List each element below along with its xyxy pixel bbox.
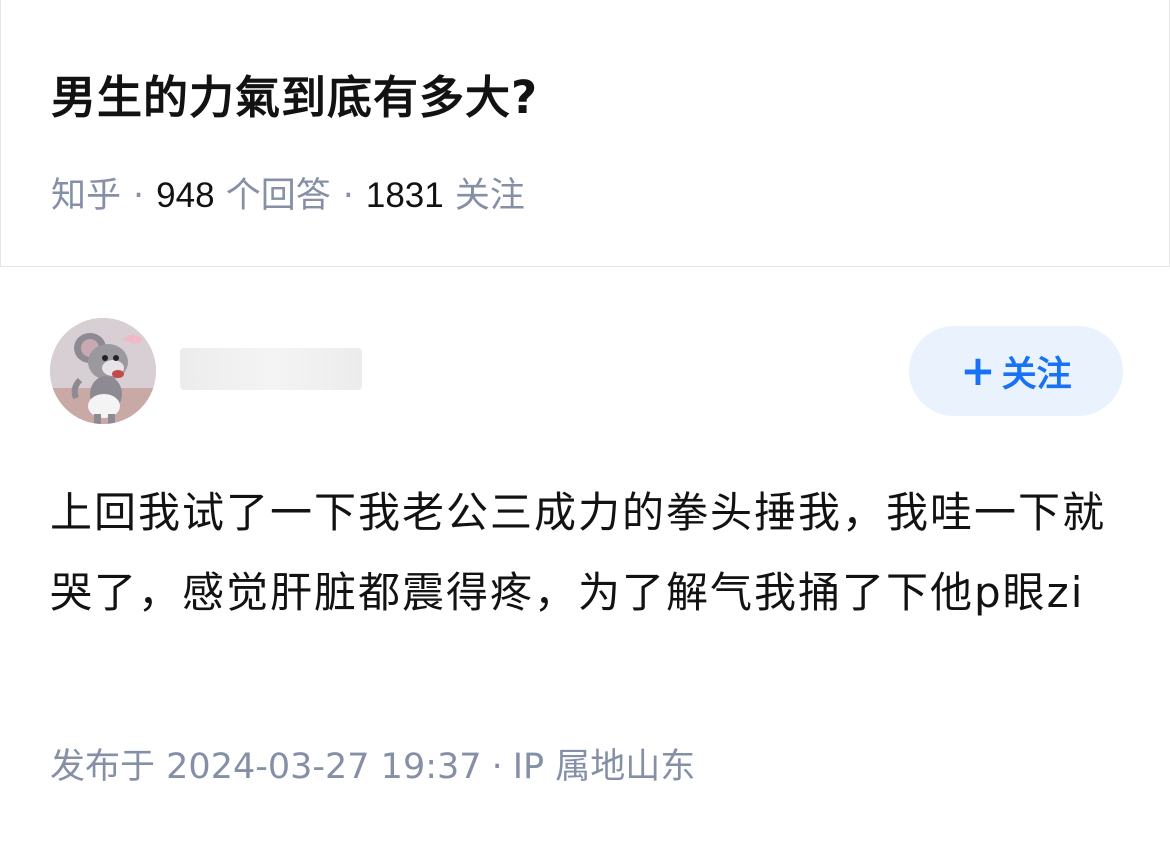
answer-count: 948 — [156, 176, 215, 215]
follow-count: 1831 — [365, 176, 444, 215]
follow-button-label: 关注 — [1001, 354, 1072, 395]
question-meta: 知乎 · 948 个回答 · 1831 关注 — [51, 172, 525, 220]
published-prefix: 发布于 — [50, 747, 156, 787]
separator-dot: · — [342, 176, 354, 216]
question-card[interactable]: 男生的力氣到底有多大? 知乎 · 948 个回答 · 1831 关注 — [0, 0, 1170, 267]
ip-location: IP 属地山东 — [512, 747, 696, 787]
username-redacted[interactable] — [180, 348, 362, 390]
page: 男生的力氣到底有多大? 知乎 · 948 个回答 · 1831 关注 + 关注 … — [0, 0, 1170, 854]
answer-meta: 发布于 2024-03-27 19:37 · IP 属地山东 — [50, 742, 695, 792]
answer-content[interactable]: 上回我试了一下我老公三成力的拳头捶我，我哇一下就哭了，感觉肝脏都震得疼，为了解气… — [50, 473, 1120, 633]
separator-dot: · — [133, 176, 145, 216]
published-time: 2024-03-27 19:37 — [166, 747, 482, 787]
answer-count-label: 个回答 — [225, 176, 331, 216]
plus-icon: + — [960, 346, 996, 395]
separator-dot: · — [491, 747, 503, 787]
cartoon-mouse-avatar-icon — [50, 318, 156, 424]
follow-button[interactable]: + 关注 — [909, 326, 1123, 416]
avatar[interactable] — [50, 318, 156, 424]
follow-count-label: 关注 — [454, 176, 525, 216]
question-title[interactable]: 男生的力氣到底有多大? — [51, 66, 538, 130]
source-label: 知乎 — [51, 176, 122, 216]
